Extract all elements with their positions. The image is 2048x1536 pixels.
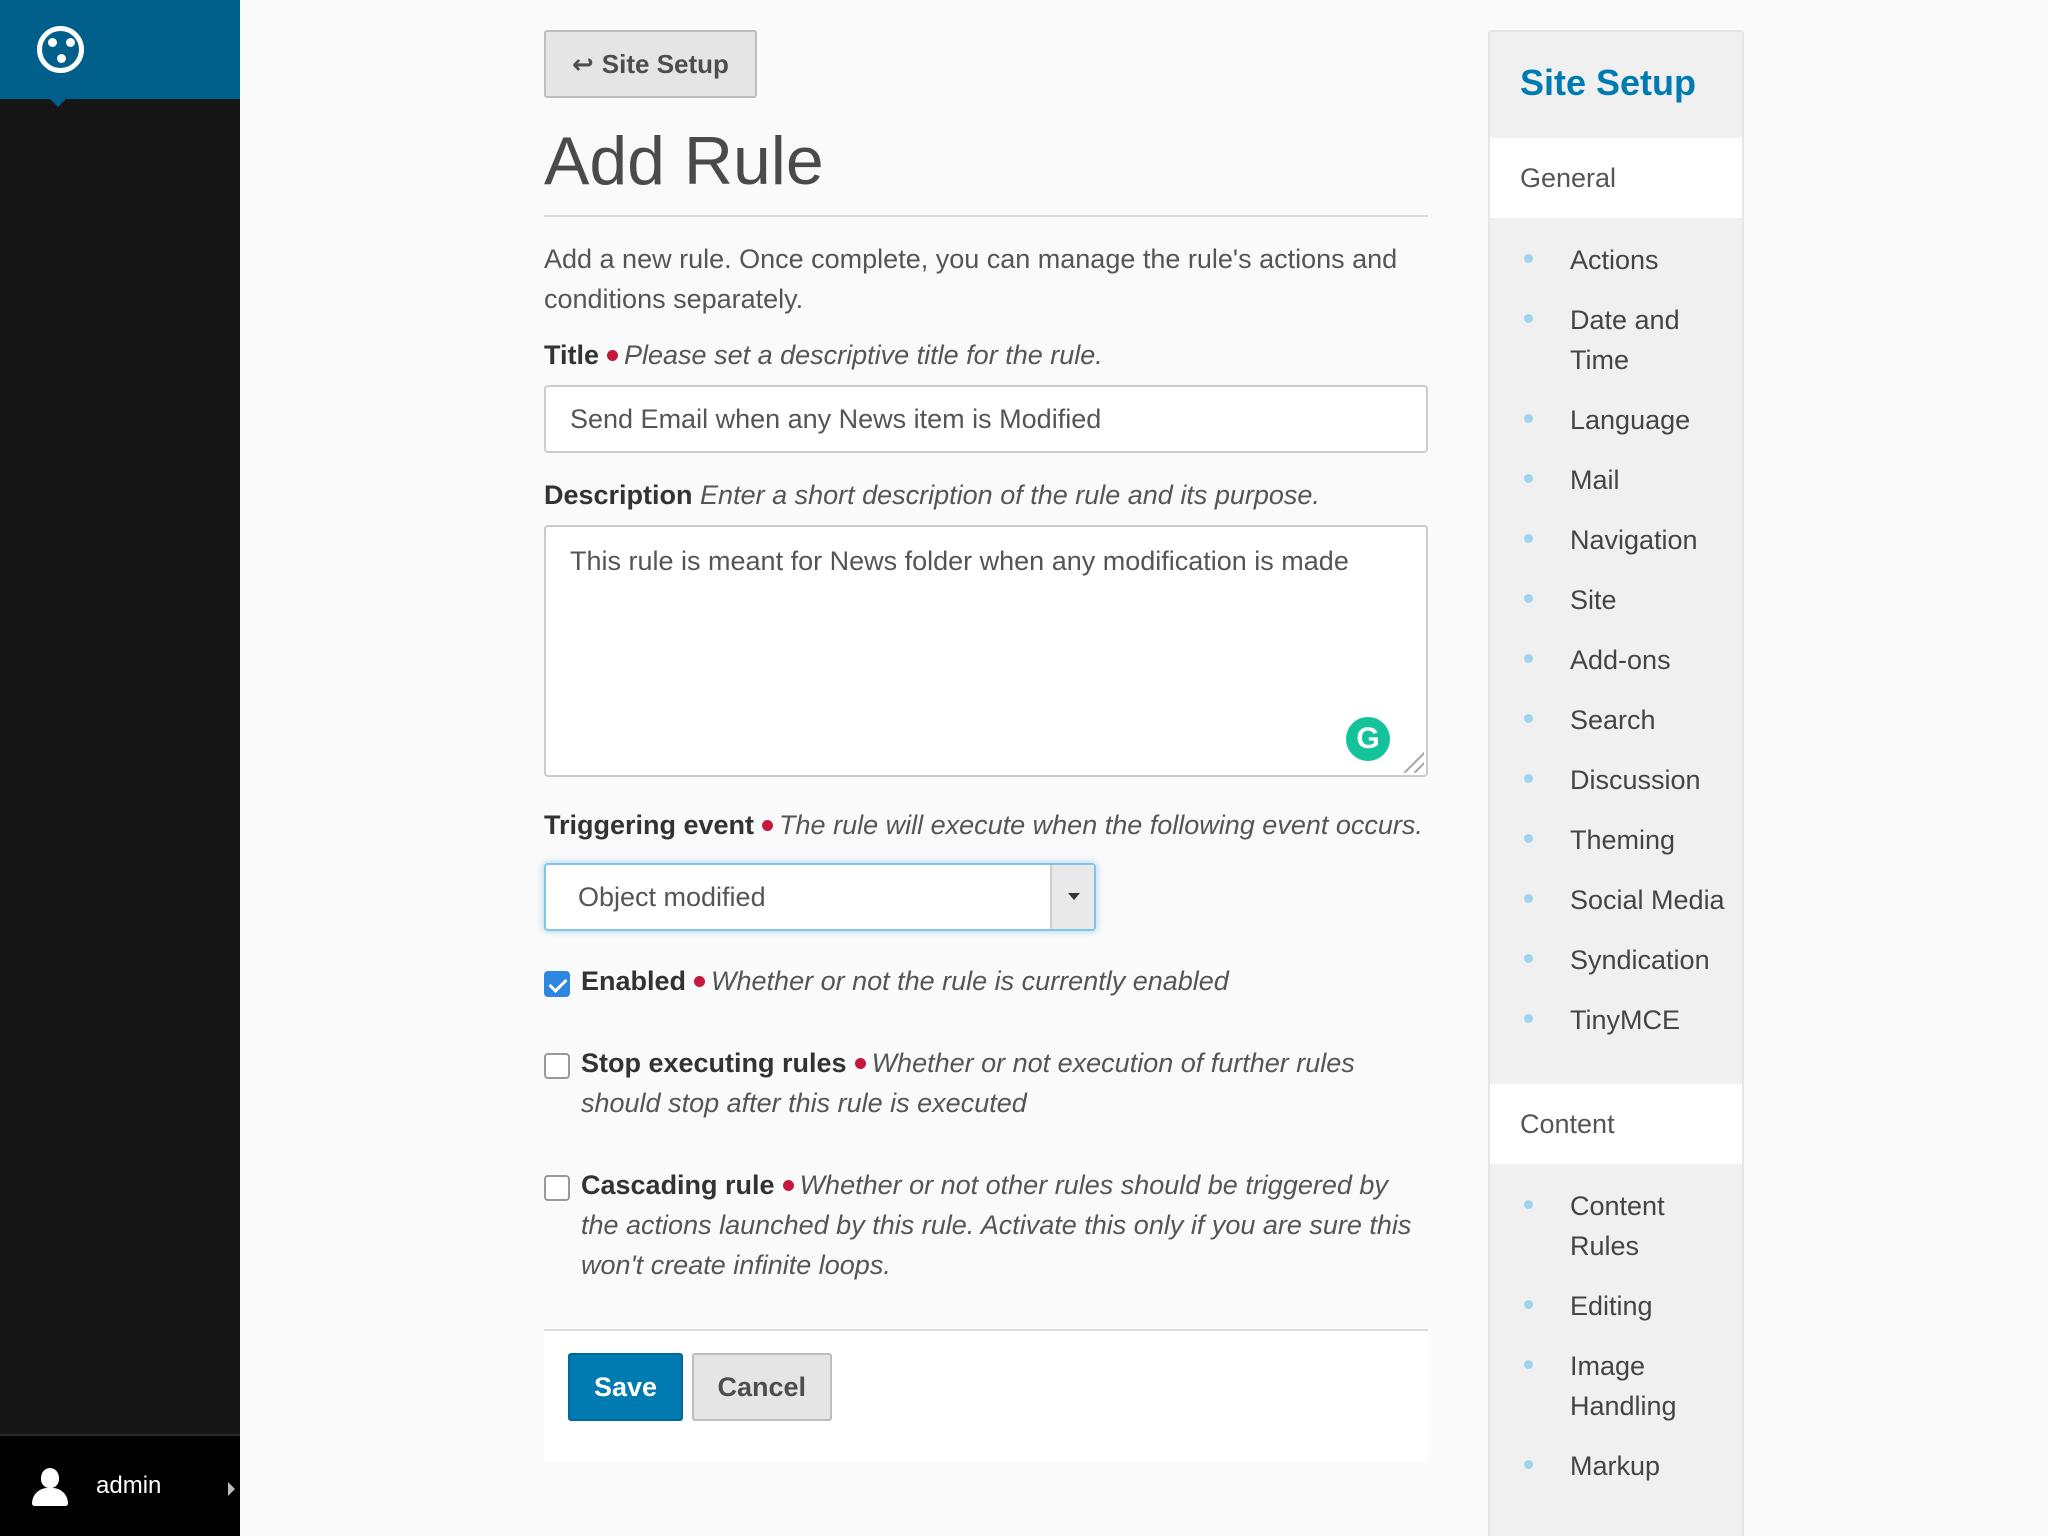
user-name: admin — [96, 1472, 162, 1499]
stop-executing-row: Stop executing rules Whether or not execu… — [544, 1043, 1428, 1123]
back-button-label: Site Setup — [601, 48, 729, 79]
bullet-icon — [1524, 894, 1533, 903]
portlet-section-content: Content — [1490, 1084, 1742, 1164]
enabled-row: Enabled Whether or not the rule is curren… — [544, 961, 1428, 1001]
plone-toolbar: admin — [0, 0, 240, 1536]
bullet-icon — [1524, 414, 1533, 423]
bullet-icon — [1524, 834, 1533, 843]
content-list: Content Rules Editing Image Handling Mar… — [1490, 1164, 1742, 1530]
required-indicator-icon — [607, 350, 619, 362]
general-list: Actions Date and Time Language Mail Navi… — [1490, 218, 1742, 1084]
bullet-icon — [1524, 254, 1533, 263]
bullet-icon — [1524, 314, 1533, 323]
save-button[interactable]: Save — [568, 1352, 684, 1421]
chevron-down-icon[interactable] — [1050, 864, 1094, 929]
nav-item-editing[interactable]: Editing — [1490, 1286, 1742, 1326]
nav-item-discussion[interactable]: Discussion — [1490, 760, 1742, 800]
nav-item-language[interactable]: Language — [1490, 400, 1742, 440]
user-icon — [30, 1468, 70, 1508]
bullet-icon — [1524, 594, 1533, 603]
nav-item-actions[interactable]: Actions — [1490, 240, 1742, 280]
description-textarea[interactable]: This rule is meant for News folder when … — [544, 524, 1428, 777]
bullet-icon — [1524, 1360, 1533, 1369]
nav-item-site[interactable]: Site — [1490, 580, 1742, 620]
required-indicator-icon — [694, 976, 706, 988]
description-field-label: Description Enter a short description of… — [544, 479, 1320, 510]
bullet-icon — [1524, 1014, 1533, 1023]
required-indicator-icon — [854, 1058, 866, 1070]
enabled-checkbox[interactable] — [544, 970, 570, 997]
cascading-row: Cascading rule Whether or not other rules… — [544, 1165, 1428, 1285]
nav-item-tinymce[interactable]: TinyMCE — [1490, 1000, 1742, 1040]
cascading-checkbox[interactable] — [544, 1174, 570, 1201]
nav-item-add-ons[interactable]: Add-ons — [1490, 640, 1742, 680]
nav-item-content-rules[interactable]: Content Rules — [1490, 1186, 1742, 1266]
site-setup-portlet: Site Setup General Actions Date and Time… — [1488, 30, 1744, 1536]
page-title: Add Rule — [544, 124, 1428, 217]
description-text: This rule is meant for News folder when … — [570, 545, 1349, 576]
nav-item-image-handling[interactable]: Image Handling — [1490, 1346, 1742, 1426]
nav-item-social-media[interactable]: Social Media — [1490, 880, 1742, 920]
main-content: ↩ Site Setup Add Rule Add a new rule. On… — [544, 30, 1428, 1461]
bullet-icon — [1524, 1460, 1533, 1469]
title-field-label: Title Please set a descriptive title for … — [544, 339, 1103, 370]
back-to-site-setup-button[interactable]: ↩ Site Setup — [544, 30, 757, 98]
bullet-icon — [1524, 1200, 1533, 1209]
page-description: Add a new rule. Once complete, you can m… — [544, 243, 1398, 314]
title-input[interactable]: Send Email when any News item is Modifie… — [544, 384, 1428, 453]
nav-item-syndication[interactable]: Syndication — [1490, 940, 1742, 980]
nav-item-date-and-time[interactable]: Date and Time — [1490, 300, 1742, 380]
event-field-label: Triggering event The rule will execute wh… — [544, 809, 1423, 840]
plone-logo-button[interactable] — [0, 0, 240, 107]
form-actions: Save Cancel — [544, 1328, 1428, 1461]
stop-executing-checkbox[interactable] — [544, 1052, 570, 1079]
required-indicator-icon — [762, 820, 774, 832]
bullet-icon — [1524, 474, 1533, 483]
required-indicator-icon — [782, 1180, 794, 1192]
bullet-icon — [1524, 654, 1533, 663]
bullet-icon — [1524, 954, 1533, 963]
portlet-header[interactable]: Site Setup — [1490, 32, 1742, 138]
resize-handle[interactable] — [1400, 748, 1424, 773]
selected-event: Object modified — [578, 881, 766, 912]
nav-item-mail[interactable]: Mail — [1490, 460, 1742, 500]
nav-item-theming[interactable]: Theming — [1490, 820, 1742, 860]
active-caret-icon — [50, 99, 66, 107]
triggering-event-select[interactable]: Object modified — [544, 862, 1096, 931]
nav-item-markup[interactable]: Markup — [1490, 1446, 1742, 1486]
bullet-icon — [1524, 774, 1533, 783]
user-menu[interactable]: admin — [0, 1434, 240, 1536]
plone-logo-icon — [37, 26, 84, 73]
portlet-section-general: General — [1490, 138, 1742, 218]
bullet-icon — [1524, 534, 1533, 543]
bullet-icon — [1524, 714, 1533, 723]
bullet-icon — [1524, 1300, 1533, 1309]
cancel-button[interactable]: Cancel — [691, 1352, 833, 1421]
nav-item-navigation[interactable]: Navigation — [1490, 520, 1742, 560]
nav-item-search[interactable]: Search — [1490, 700, 1742, 740]
grammarly-icon[interactable]: G — [1346, 716, 1390, 761]
chevron-right-icon — [228, 1482, 235, 1496]
return-arrow-icon: ↩ — [572, 48, 594, 79]
